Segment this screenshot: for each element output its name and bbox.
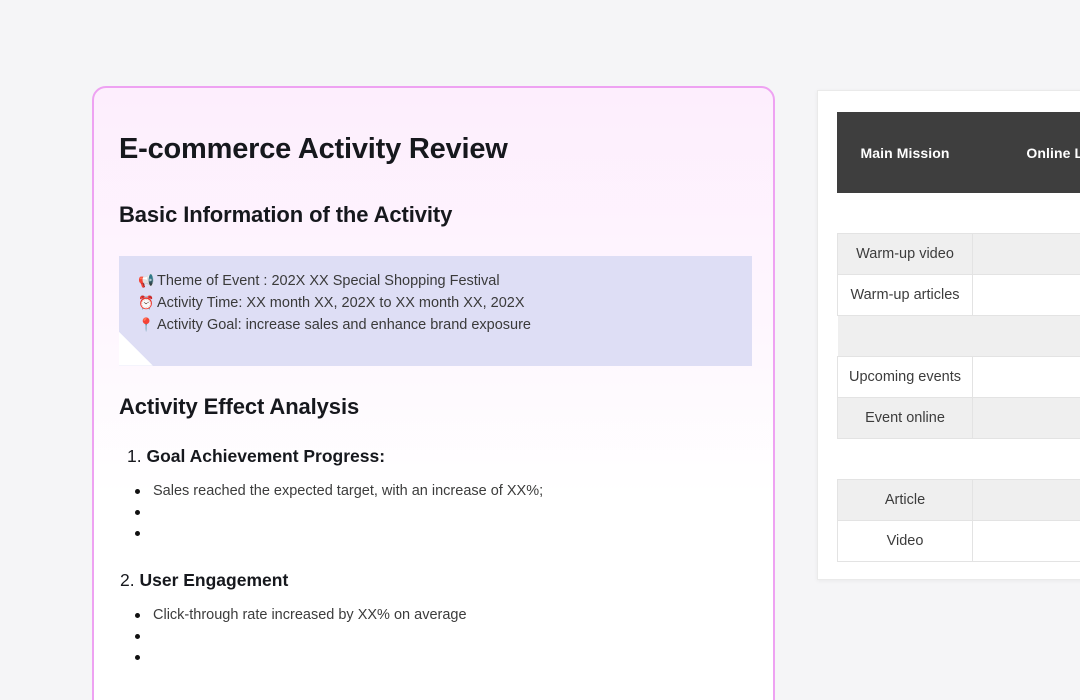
bullet-list-user-engagement: Click-through rate increased by XX% on a… (118, 605, 737, 668)
table-row[interactable] (838, 316, 1080, 357)
callout-time-text: Activity Time: XX month XX, 202X to XX m… (157, 293, 525, 314)
document-content: E-commerce Activity Review Basic Informa… (94, 88, 773, 668)
page-title: E-commerce Activity Review (118, 132, 737, 167)
table-row[interactable] (838, 193, 1080, 234)
bullet-list-goal-achievement: Sales reached the expected target, with … (118, 481, 737, 544)
column-header-main-mission[interactable]: Main Mission (838, 113, 973, 193)
cell-online-link[interactable] (973, 357, 1080, 398)
mission-table-card: Main Mission Online Link Warm-up videoWa… (817, 90, 1080, 580)
subsection-heading-user-engagement: 2. User Engagement (118, 570, 737, 591)
cell-main-mission[interactable] (838, 439, 973, 480)
cell-main-mission[interactable] (838, 316, 973, 357)
round-pushpin-icon: 📍 (138, 314, 157, 335)
cell-main-mission[interactable] (838, 193, 973, 234)
table-row[interactable]: Article (838, 480, 1080, 521)
callout-line-goal: 📍 Activity Goal: increase sales and enha… (138, 314, 531, 336)
cell-online-link[interactable] (973, 234, 1080, 275)
cell-online-link[interactable] (973, 521, 1080, 562)
alarm-clock-icon: ⏰ (138, 292, 157, 313)
mission-table-body: Warm-up videoWarm-up articles Upcoming ev… (838, 193, 1080, 562)
basic-information-callout: 📢 Theme of Event : 202X XX Special Shopp… (119, 256, 752, 366)
mission-table-head: Main Mission Online Link (838, 113, 1080, 193)
subsection-heading-goal-achievement: 1. Goal Achievement Progress: (118, 446, 737, 467)
cell-online-link[interactable] (973, 316, 1080, 357)
table-row[interactable]: Video (838, 521, 1080, 562)
subsection-number: 1. (127, 446, 142, 466)
list-item (127, 523, 737, 544)
table-row[interactable]: Warm-up video (838, 234, 1080, 275)
section-heading-activity-effect-analysis: Activity Effect Analysis (118, 394, 737, 420)
list-item: Sales reached the expected target, with … (127, 481, 737, 502)
table-row[interactable]: Warm-up articles (838, 275, 1080, 316)
cell-online-link[interactable] (973, 439, 1080, 480)
list-item (127, 647, 737, 668)
list-item: Click-through rate increased by XX% on a… (127, 605, 737, 626)
subsection-title: Goal Achievement Progress: (146, 446, 385, 466)
mission-table: Main Mission Online Link Warm-up videoWa… (837, 112, 1080, 562)
callout-lines: 📢 Theme of Event : 202X XX Special Shopp… (138, 270, 531, 336)
table-row[interactable]: Event online (838, 398, 1080, 439)
cell-online-link[interactable] (973, 398, 1080, 439)
cell-main-mission[interactable]: Article (838, 480, 973, 521)
cell-online-link[interactable] (973, 275, 1080, 316)
cell-online-link[interactable] (973, 193, 1080, 234)
column-header-online-link[interactable]: Online Link (973, 113, 1080, 193)
document-card: E-commerce Activity Review Basic Informa… (92, 86, 775, 700)
cell-main-mission[interactable]: Upcoming events (838, 357, 973, 398)
megaphone-icon: 📢 (138, 270, 157, 291)
callout-line-time: ⏰ Activity Time: XX month XX, 202X to XX… (138, 292, 531, 314)
table-row[interactable]: Upcoming events (838, 357, 1080, 398)
callout-theme-text: Theme of Event : 202X XX Special Shoppin… (157, 271, 500, 292)
cell-main-mission[interactable]: Event online (838, 398, 973, 439)
subsection-title: User Engagement (139, 570, 288, 590)
list-item (127, 502, 737, 523)
list-item (127, 626, 737, 647)
mission-table-scroll-area[interactable]: Main Mission Online Link Warm-up videoWa… (818, 91, 1080, 562)
table-header-row: Main Mission Online Link (838, 113, 1080, 193)
cell-main-mission[interactable]: Warm-up articles (838, 275, 973, 316)
cell-main-mission[interactable]: Warm-up video (838, 234, 973, 275)
cell-main-mission[interactable]: Video (838, 521, 973, 562)
cell-online-link[interactable] (973, 480, 1080, 521)
callout-line-theme: 📢 Theme of Event : 202X XX Special Shopp… (138, 270, 531, 292)
subsection-number: 2. (120, 570, 135, 590)
table-row[interactable] (838, 439, 1080, 480)
section-heading-basic-information: Basic Information of the Activity (118, 202, 737, 228)
callout-goal-text: Activity Goal: increase sales and enhanc… (157, 315, 531, 336)
